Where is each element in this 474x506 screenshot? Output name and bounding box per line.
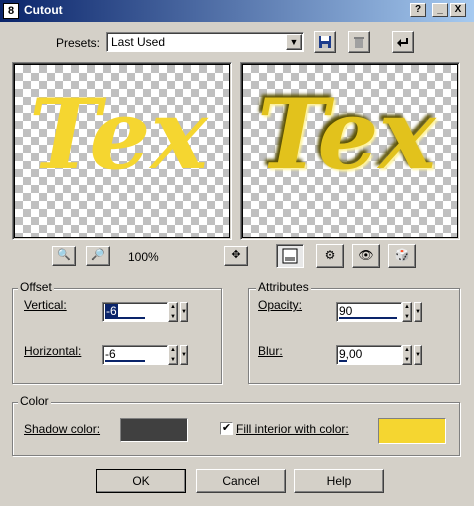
attributes-group-title: Attributes: [256, 280, 311, 294]
proof-toggle-button[interactable]: [276, 244, 304, 268]
presets-label: Presets:: [56, 36, 101, 50]
blur-value: 9,00: [339, 347, 363, 361]
color-group-title: Color: [18, 394, 51, 408]
ok-button[interactable]: OK: [96, 469, 186, 493]
vertical-value: -6: [105, 304, 118, 318]
offset-group-title: Offset: [18, 280, 54, 294]
blur-slider-bar: [339, 360, 347, 362]
eye-icon: 👁: [358, 248, 374, 262]
zoom-out-button[interactable]: 🔍: [52, 246, 76, 266]
app-icon: 8: [3, 3, 19, 19]
spin-down-icon[interactable]: ▼: [403, 356, 411, 364]
horizontal-spinner[interactable]: ▲ ▼: [168, 345, 178, 365]
opacity-slider-bar: [339, 317, 397, 319]
vertical-input[interactable]: -6: [102, 302, 168, 322]
close-button[interactable]: X: [450, 3, 466, 17]
horizontal-input[interactable]: -6: [102, 345, 168, 365]
reset-arrow-icon: [397, 38, 408, 47]
spin-up-icon[interactable]: ▲: [169, 346, 177, 354]
horizontal-value: -6: [105, 347, 116, 361]
randomize-button[interactable]: 🎲: [388, 244, 416, 268]
save-preset-button[interactable]: [314, 31, 336, 53]
horizontal-dropdown[interactable]: ▼: [180, 345, 188, 365]
blur-label-text: Blur:: [258, 344, 283, 358]
zoom-out-icon: 🔍: [57, 249, 71, 261]
help-button[interactable]: Help: [294, 469, 384, 493]
delete-preset-button[interactable]: [348, 31, 370, 53]
title-bar[interactable]: 8 Cutout ? _ X: [0, 0, 474, 22]
pan-button[interactable]: ✥: [224, 246, 248, 266]
spin-down-icon[interactable]: ▼: [169, 313, 177, 321]
opacity-label: Opacity:: [258, 298, 302, 312]
auto-proof-button[interactable]: ⚙: [316, 244, 344, 268]
preview-text-original: Tex: [29, 78, 208, 191]
opacity-label-text: Opacity:: [258, 298, 303, 312]
dice-icon: 🎲: [394, 248, 410, 262]
opacity-value: 90: [339, 304, 353, 318]
check-icon: ✔: [221, 422, 232, 434]
help-title-button[interactable]: ?: [410, 3, 426, 17]
proof-icon: [282, 248, 298, 264]
spin-down-icon[interactable]: ▼: [169, 356, 177, 364]
presets-dropdown[interactable]: Last Used ▼: [106, 32, 304, 52]
delete-preset-icon: [354, 37, 364, 48]
shadow-color-swatch[interactable]: [120, 418, 188, 442]
reset-button[interactable]: [392, 31, 414, 53]
original-preview-frame: Tex: [12, 62, 232, 240]
vertical-spinner[interactable]: ▲ ▼: [168, 302, 178, 322]
fill-color-swatch[interactable]: [378, 418, 446, 444]
window-title: Cutout: [24, 3, 63, 17]
auto-proof-icon: ⚙: [324, 248, 336, 262]
blur-spinner[interactable]: ▲ ▼: [402, 345, 412, 365]
horizontal-label: Horizontal:: [24, 344, 81, 358]
blur-input[interactable]: 9,00: [336, 345, 402, 365]
spin-up-icon[interactable]: ▲: [403, 346, 411, 354]
vertical-slider-bar: [105, 317, 145, 319]
spin-down-icon[interactable]: ▼: [403, 313, 411, 321]
presets-value: Last Used: [111, 35, 166, 49]
spin-up-icon[interactable]: ▲: [169, 303, 177, 311]
opacity-spinner[interactable]: ▲ ▼: [402, 302, 412, 322]
horizontal-slider-bar: [105, 360, 145, 362]
result-preview[interactable]: Tex: [242, 64, 458, 238]
save-preset-icon: [319, 36, 331, 48]
cancel-button[interactable]: Cancel: [196, 469, 286, 493]
vertical-label-text: Vertical:: [24, 298, 67, 312]
chevron-down-icon[interactable]: ▼: [286, 34, 302, 50]
opacity-dropdown[interactable]: ▼: [414, 302, 422, 322]
shadow-color-label-text: Shadow color:: [24, 422, 101, 436]
vertical-label: Vertical:: [24, 298, 67, 312]
move-icon: ✥: [231, 249, 241, 261]
zoom-level: 100%: [128, 250, 159, 264]
zoom-in-icon: 🔎: [91, 249, 105, 261]
vertical-dropdown[interactable]: ▼: [180, 302, 188, 322]
fill-interior-label-text: Fill interior with color:: [236, 422, 349, 436]
zoom-in-button[interactable]: 🔎: [86, 246, 110, 266]
result-preview-frame: Tex: [240, 62, 460, 240]
horizontal-label-text: Horizontal:: [24, 344, 82, 358]
fill-interior-checkbox[interactable]: ✔: [220, 422, 233, 435]
navigate-button[interactable]: 👁: [352, 244, 380, 268]
fill-interior-label: Fill interior with color:: [236, 422, 349, 436]
minimize-button[interactable]: _: [432, 3, 448, 17]
preview-text-result: Tex: [257, 78, 436, 191]
blur-label: Blur:: [258, 344, 283, 358]
shadow-color-label: Shadow color:: [24, 422, 100, 436]
spin-up-icon[interactable]: ▲: [403, 303, 411, 311]
blur-dropdown[interactable]: ▼: [414, 345, 422, 365]
opacity-input[interactable]: 90: [336, 302, 402, 322]
original-preview[interactable]: Tex: [14, 64, 230, 238]
